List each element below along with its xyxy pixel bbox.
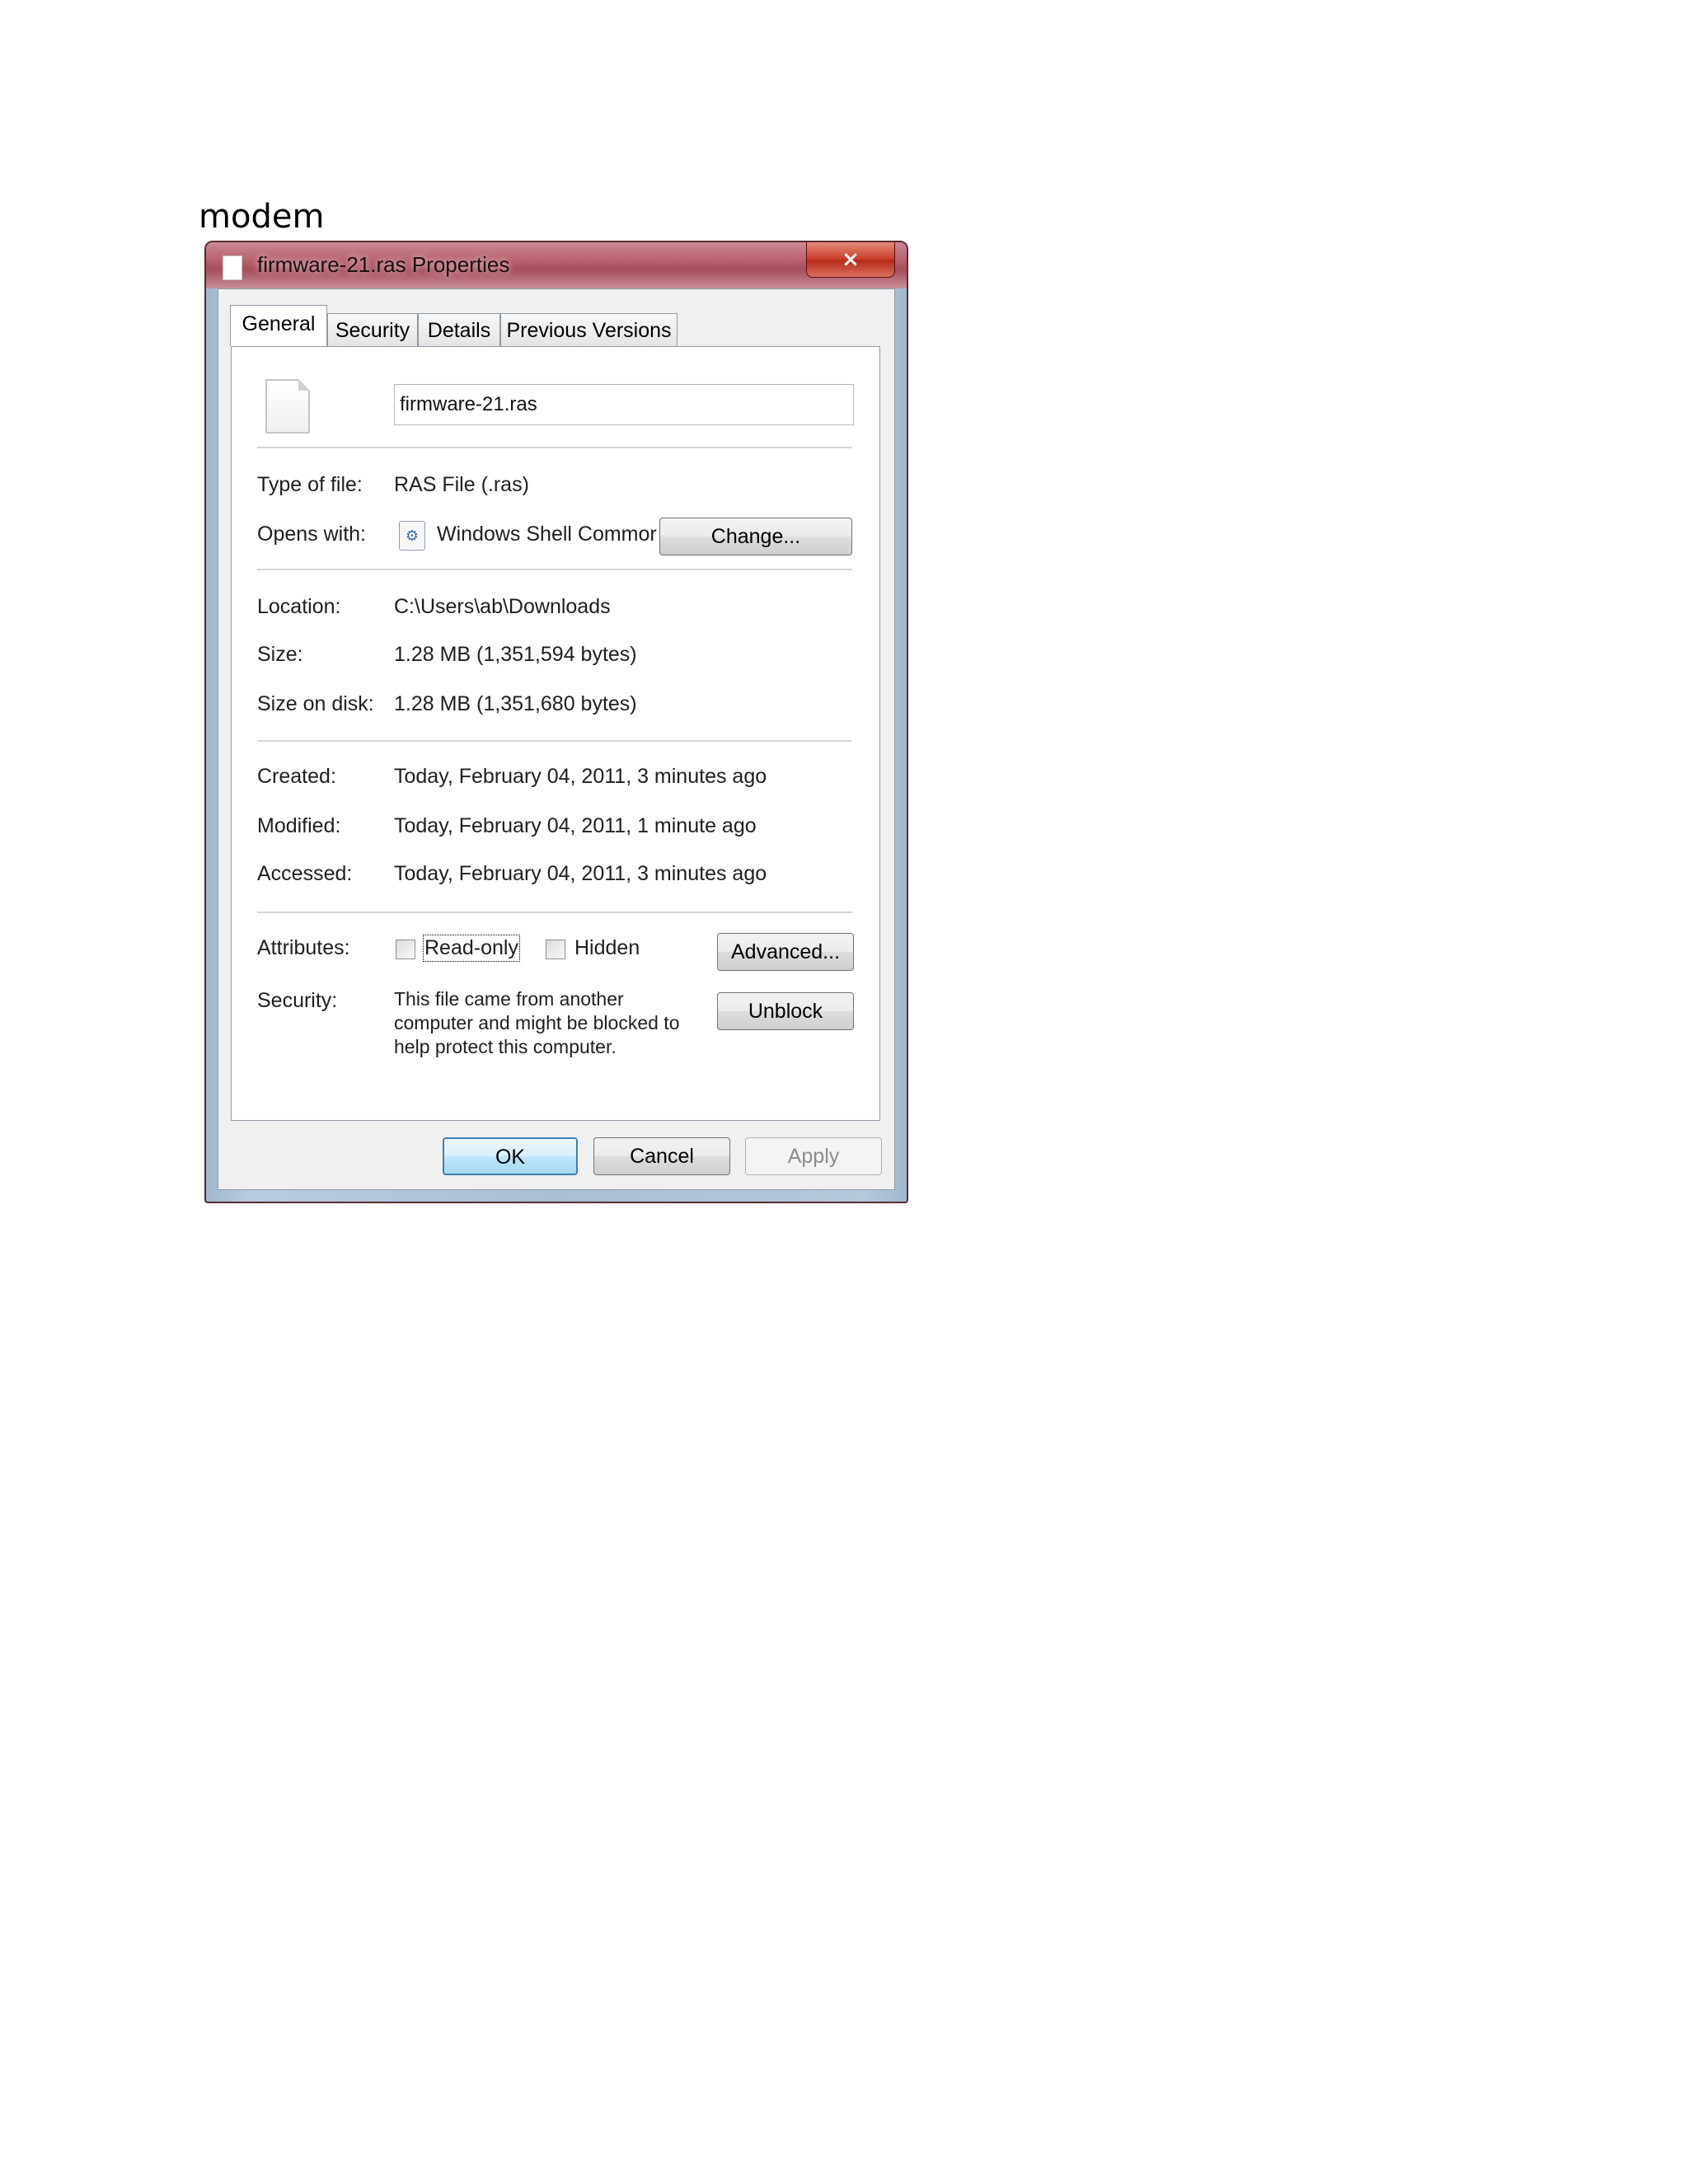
separator <box>257 447 852 449</box>
type-of-file-label: Type of file: <box>257 473 363 496</box>
tab-previous-versions[interactable]: Previous Versions <box>500 313 678 346</box>
window-title: firmware-21.ras Properties <box>257 252 510 277</box>
tab-security[interactable]: Security <box>327 313 418 346</box>
type-of-file-value: RAS File (.ras) <box>394 473 529 496</box>
opens-with-value: Windows Shell Commor <box>437 523 657 546</box>
separator <box>257 569 852 571</box>
created-value: Today, February 04, 2011, 3 minutes ago <box>394 765 767 788</box>
security-label: Security: <box>257 989 338 1012</box>
apply-button[interactable]: Apply <box>745 1137 882 1175</box>
read-only-label[interactable]: Read-only <box>423 935 520 962</box>
document-caption: modem <box>199 198 325 236</box>
document-icon <box>223 255 242 280</box>
hidden-label[interactable]: Hidden <box>574 936 640 960</box>
accessed-label: Accessed: <box>257 862 353 885</box>
location-label: Location: <box>257 595 341 618</box>
size-on-disk-label: Size on disk: <box>257 692 374 715</box>
title-bar[interactable]: firmware-21.ras Properties × <box>206 242 907 288</box>
cancel-button[interactable]: Cancel <box>593 1137 730 1175</box>
location-value: C:\Users\ab\Downloads <box>394 595 611 618</box>
separator <box>257 912 852 914</box>
size-on-disk-value: 1.28 MB (1,351,680 bytes) <box>394 692 637 715</box>
ok-button[interactable]: OK <box>443 1137 578 1175</box>
unblock-button[interactable]: Unblock <box>717 992 854 1030</box>
read-only-checkbox[interactable] <box>396 940 415 959</box>
blank-file-icon <box>265 379 310 434</box>
close-button[interactable]: × <box>806 242 895 278</box>
windows-shell-icon: ⚙ <box>399 521 425 551</box>
size-label: Size: <box>257 643 303 666</box>
close-icon: × <box>842 247 860 272</box>
accessed-value: Today, February 04, 2011, 3 minutes ago <box>394 862 767 885</box>
tab-general[interactable]: General <box>230 305 327 346</box>
modified-value: Today, February 04, 2011, 1 minute ago <box>394 814 757 837</box>
security-message: This file came from another computer and… <box>394 988 680 1057</box>
change-button[interactable]: Change... <box>659 518 852 555</box>
opens-with-label: Opens with: <box>257 523 367 546</box>
separator <box>257 740 852 743</box>
created-label: Created: <box>257 765 336 788</box>
file-name-input[interactable] <box>394 384 854 425</box>
tab-details[interactable]: Details <box>418 313 500 346</box>
advanced-button[interactable]: Advanced... <box>717 933 854 971</box>
size-value: 1.28 MB (1,351,594 bytes) <box>394 643 637 666</box>
hidden-checkbox[interactable] <box>546 940 565 959</box>
modified-label: Modified: <box>257 814 341 837</box>
attributes-label: Attributes: <box>257 936 350 959</box>
